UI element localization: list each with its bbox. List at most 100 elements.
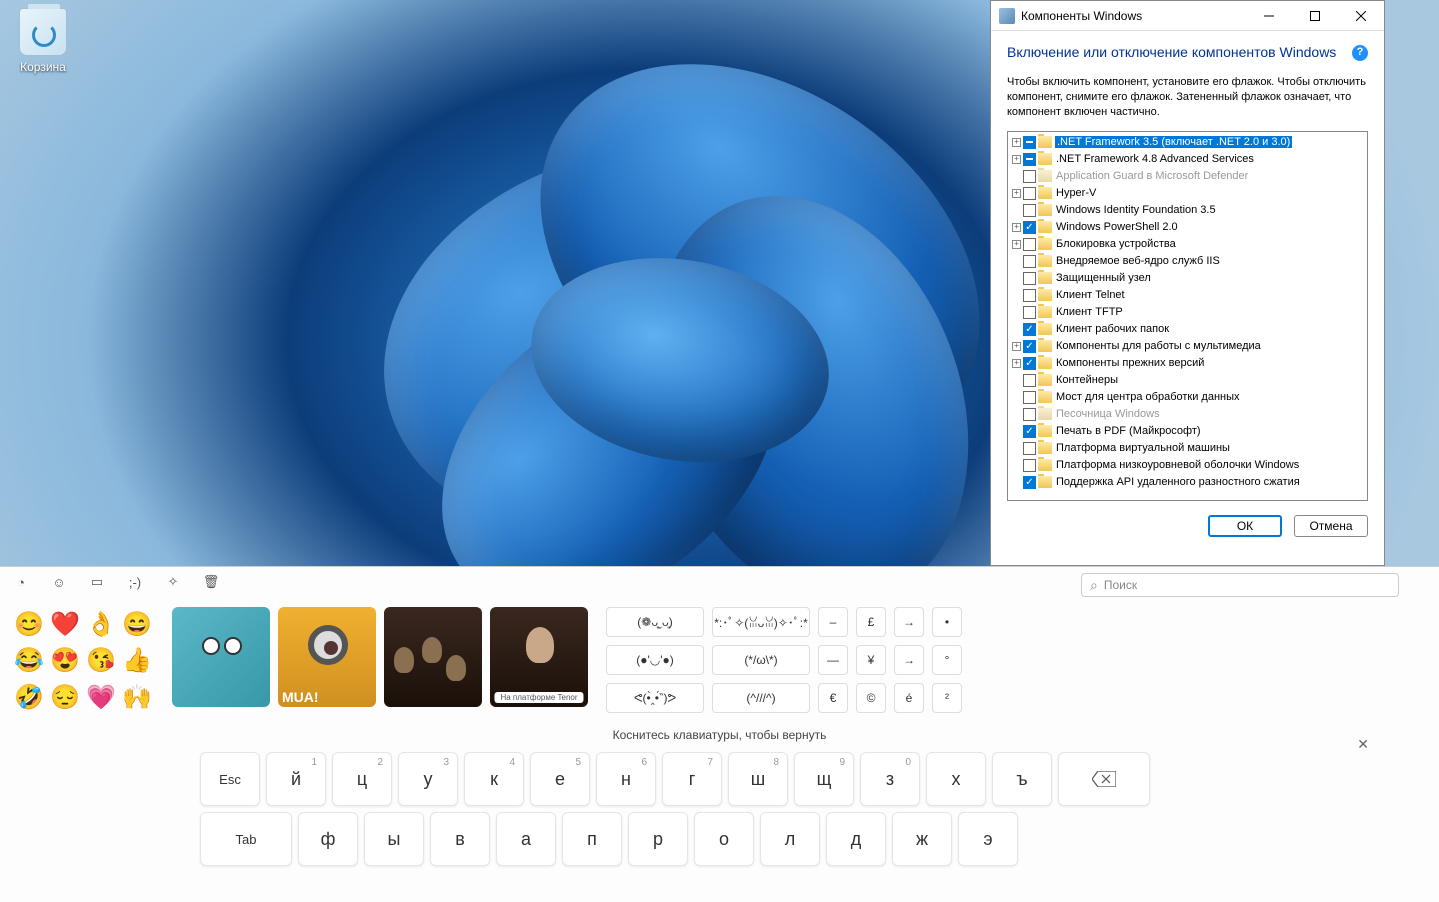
expand-toggle[interactable]: + [1012,189,1021,198]
maximize-button[interactable] [1292,1,1338,31]
key[interactable]: к4 [464,752,524,806]
ok-button[interactable]: ОК [1208,515,1282,537]
feature-checkbox[interactable] [1023,459,1036,472]
expand-toggle[interactable]: + [1012,342,1021,351]
key[interactable]: е5 [530,752,590,806]
symbol-button[interactable]: – [818,607,848,637]
key[interactable]: ф [298,812,358,866]
gif-minion[interactable]: MUA! [278,607,376,707]
key[interactable]: ц2 [332,752,392,806]
tree-row[interactable]: +Блокировка устройства [1010,236,1365,253]
close-button[interactable] [1338,1,1384,31]
feature-checkbox[interactable] [1023,255,1036,268]
key[interactable]: п [562,812,622,866]
symbol-button[interactable]: £ [856,607,886,637]
key[interactable]: ш8 [728,752,788,806]
feature-checkbox[interactable] [1023,221,1036,234]
symbol-button[interactable]: © [856,683,886,713]
emoji-cell[interactable]: 😔 [48,680,82,714]
expand-toggle[interactable]: + [1012,223,1021,232]
symbol-button[interactable]: ² [932,683,962,713]
key[interactable]: ж [892,812,952,866]
features-tree[interactable]: +.NET Framework 3.5 (включает .NET 2.0 и… [1007,131,1368,501]
emoji-cell[interactable]: 😄 [120,607,154,641]
clipboard-tab-icon[interactable]: 🗑 [202,574,220,590]
tree-row[interactable]: Печать в PDF (Майкрософт) [1010,423,1365,440]
emoji-cell[interactable]: 😘 [84,644,118,678]
recent-tab-icon[interactable]: ◔ [12,575,30,590]
emoji-cell[interactable]: 👌 [84,607,118,641]
feature-checkbox[interactable] [1023,272,1036,285]
feature-checkbox[interactable] [1023,442,1036,455]
kaomoji-button[interactable]: (❁ᴗ͈ˬᴗ͈) [606,607,704,637]
feature-checkbox[interactable] [1023,340,1036,353]
tree-row[interactable]: +.NET Framework 3.5 (включает .NET 2.0 и… [1010,134,1365,151]
emoji-cell[interactable]: 😍 [48,644,82,678]
minimize-button[interactable] [1246,1,1292,31]
feature-checkbox[interactable] [1023,204,1036,217]
key-tab[interactable]: Tab [200,812,292,866]
expand-toggle[interactable]: + [1012,359,1021,368]
symbol-button[interactable]: — [818,645,848,675]
emoji-cell[interactable]: 👍 [120,644,154,678]
symbol-button[interactable]: ° [932,645,962,675]
symbol-button[interactable]: ¥ [856,645,886,675]
feature-checkbox[interactable] [1023,408,1036,421]
symbol-button[interactable]: é [894,683,924,713]
key[interactable]: э [958,812,1018,866]
emoji-tab-icon[interactable]: ☺ [50,575,68,590]
tree-row[interactable]: Песочница Windows [1010,406,1365,423]
key[interactable]: у3 [398,752,458,806]
key[interactable]: о [694,812,754,866]
feature-checkbox[interactable] [1023,136,1036,149]
key[interactable]: д [826,812,886,866]
expand-toggle[interactable]: + [1012,138,1021,147]
tree-row[interactable]: Внедряемое веб-ядро служб IIS [1010,253,1365,270]
tree-row[interactable]: Защищенный узел [1010,270,1365,287]
feature-checkbox[interactable] [1023,323,1036,336]
key[interactable]: з0 [860,752,920,806]
key[interactable]: ъ [992,752,1052,806]
feature-checkbox[interactable] [1023,374,1036,387]
tree-row[interactable]: Платформа виртуальной машины [1010,440,1365,457]
emoji-cell[interactable]: 🤣 [12,680,46,714]
tree-row[interactable]: Платформа низкоуровневой оболочки Window… [1010,457,1365,474]
expand-toggle[interactable]: + [1012,155,1021,164]
emoji-cell[interactable]: ❤️ [48,607,82,641]
emoji-cell[interactable]: 😂 [12,644,46,678]
kaomoji-button[interactable]: (●'◡'●) [606,645,704,675]
feature-checkbox[interactable] [1023,476,1036,489]
tree-row[interactable]: Контейнеры [1010,372,1365,389]
gif-award-clap[interactable] [384,607,482,707]
recycle-bin-icon[interactable]: Корзина [8,8,78,74]
feature-checkbox[interactable] [1023,425,1036,438]
key[interactable]: в [430,812,490,866]
symbol-button[interactable]: € [818,683,848,713]
key[interactable]: л [760,812,820,866]
symbol-button[interactable]: • [932,607,962,637]
gif-excited[interactable]: На платформе Tenor [490,607,588,707]
tree-row[interactable]: Клиент рабочих папок [1010,321,1365,338]
key-esc[interactable]: Esc [200,752,260,806]
tree-row[interactable]: +Компоненты для работы с мультимедиа [1010,338,1365,355]
symbol-button[interactable]: → [894,607,924,637]
symbols-tab-icon[interactable]: ✧ [164,574,182,590]
keyboard-close-button[interactable]: ✕ [1357,736,1369,753]
tree-row[interactable]: Мост для центра обработки данных [1010,389,1365,406]
key[interactable]: р [628,812,688,866]
tree-row[interactable]: Клиент TFTP [1010,304,1365,321]
expand-toggle[interactable]: + [1012,240,1021,249]
feature-checkbox[interactable] [1023,153,1036,166]
key[interactable]: н6 [596,752,656,806]
emoji-cell[interactable]: 🙌 [120,680,154,714]
emoji-cell[interactable]: 😊 [12,607,46,641]
key[interactable]: й1 [266,752,326,806]
key[interactable]: ы [364,812,424,866]
key[interactable]: щ9 [794,752,854,806]
kaomoji-tab-icon[interactable]: ;-) [126,575,144,590]
kaomoji-button[interactable]: *:･ﾟ✧(ꈍᴗꈍ)✧･ﾟ:* [712,607,810,637]
emoji-cell[interactable]: 💗 [84,680,118,714]
tree-row[interactable]: Клиент Telnet [1010,287,1365,304]
feature-checkbox[interactable] [1023,170,1036,183]
cancel-button[interactable]: Отмена [1294,515,1368,537]
